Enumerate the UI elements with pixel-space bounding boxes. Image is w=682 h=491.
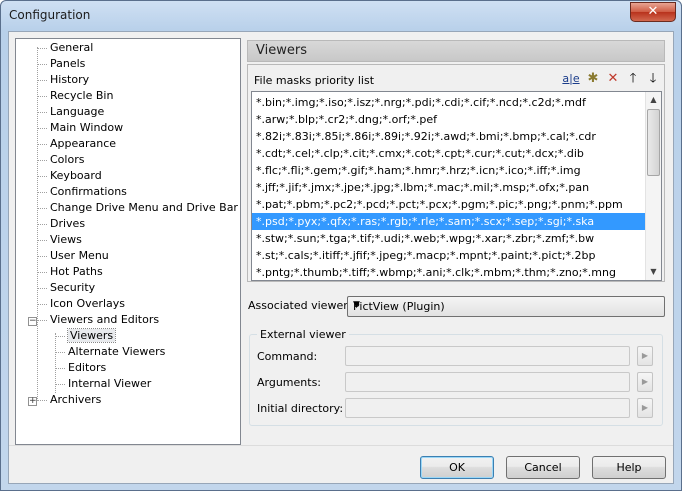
delete-icon[interactable]: ✕ — [604, 70, 622, 88]
tree-item-internal-viewer[interactable]: Internal Viewer — [56, 376, 151, 392]
external-viewer-label: External viewer — [257, 328, 349, 341]
list-item[interactable]: *.pat;*.pbm;*.pc2;*.pcd;*.pct;*.pcx;*.pg… — [252, 196, 647, 213]
vertical-scrollbar[interactable]: ▲ ▼ — [645, 92, 661, 280]
command-browse-button[interactable]: ▶ — [637, 346, 653, 366]
arguments-label: Arguments: — [257, 376, 322, 389]
tree-item-viewers-and-editors[interactable]: Viewers and Editors — [38, 312, 159, 328]
tree-item-language[interactable]: Language — [38, 104, 104, 120]
tree-item-recycle-bin[interactable]: Recycle Bin — [38, 88, 113, 104]
dialog-client-area: − + General Panels History Recycle Bin L… — [8, 31, 674, 484]
list-item[interactable]: *.stw;*.sun;*.tga;*.tif;*.udi;*.web;*.wp… — [252, 230, 647, 247]
collapse-icon[interactable]: − — [28, 317, 37, 326]
ok-button[interactable]: OK — [420, 456, 494, 479]
arguments-field[interactable] — [345, 372, 630, 392]
title-bar[interactable]: Configuration ✕ — [1, 1, 681, 31]
command-label: Command: — [257, 350, 318, 363]
tree-item-viewers[interactable]: Viewers — [56, 328, 117, 344]
list-item-selected[interactable]: *.psd;*.pyx;*.qfx;*.ras;*.rgb;*.rle;*.sa… — [252, 213, 647, 230]
list-item[interactable]: *.st;*.cals;*.itiff;*.jfif;*.jpeg;*.macp… — [252, 247, 647, 264]
move-up-icon[interactable]: 🡑 — [624, 70, 642, 88]
tree-item-editors[interactable]: Editors — [56, 360, 106, 376]
tree-item-alternate-viewers[interactable]: Alternate Viewers — [56, 344, 165, 360]
list-item[interactable]: *.82i;*.83i;*.85i;*.86i;*.89i;*.92i;*.aw… — [252, 128, 647, 145]
configuration-window: Configuration ✕ − + General Panels Histo… — [0, 0, 682, 491]
window-title: Configuration — [9, 8, 91, 22]
initial-directory-field[interactable] — [345, 398, 630, 418]
associated-viewer-select[interactable]: PictView (Plugin) ▼ — [347, 296, 665, 317]
arguments-browse-button[interactable]: ▶ — [637, 372, 653, 392]
tree-item-general[interactable]: General — [38, 40, 93, 56]
command-field[interactable] — [345, 346, 630, 366]
tree-item-history[interactable]: History — [38, 72, 89, 88]
initial-directory-browse-button[interactable]: ▶ — [637, 398, 653, 418]
scroll-down-icon[interactable]: ▼ — [646, 264, 661, 280]
tree-item-panels[interactable]: Panels — [38, 56, 85, 72]
tree-item-archivers[interactable]: Archivers — [38, 392, 101, 408]
tree-item-keyboard[interactable]: Keyboard — [38, 168, 102, 184]
list-item[interactable]: *.flc;*.fli;*.gem;*.gif;*.ham;*.hmr;*.hr… — [252, 162, 647, 179]
file-masks-list[interactable]: *.bin;*.img;*.iso;*.isz;*.nrg;*.pdi;*.cd… — [251, 91, 662, 281]
rename-icon[interactable]: a|e — [562, 70, 580, 88]
tree-item-confirmations[interactable]: Confirmations — [38, 184, 127, 200]
scroll-up-icon[interactable]: ▲ — [646, 92, 661, 108]
settings-tree[interactable]: − + General Panels History Recycle Bin L… — [15, 38, 241, 445]
list-item[interactable]: *.cdt;*.cel;*.clp;*.cit;*.cmx;*.cot;*.cp… — [252, 145, 647, 162]
tree-item-appearance[interactable]: Appearance — [38, 136, 116, 152]
tree-item-main-window[interactable]: Main Window — [38, 120, 123, 136]
tree-item-change-drive-menu[interactable]: Change Drive Menu and Drive Bar — [38, 200, 238, 216]
file-masks-label: File masks priority list — [254, 74, 375, 87]
help-button[interactable]: Help — [592, 456, 666, 479]
initial-directory-label: Initial directory: — [257, 402, 344, 415]
close-button[interactable]: ✕ — [630, 2, 676, 22]
tree-item-drives[interactable]: Drives — [38, 216, 85, 232]
panel-header: Viewers — [247, 40, 665, 62]
tree-item-colors[interactable]: Colors — [38, 152, 84, 168]
cancel-button[interactable]: Cancel — [506, 456, 580, 479]
move-down-icon[interactable]: 🡓 — [644, 70, 662, 88]
tree-item-user-menu[interactable]: User Menu — [38, 248, 109, 264]
file-masks-section: File masks priority list a|e ✱ ✕ 🡑 🡓 *.b… — [247, 64, 665, 282]
tree-item-hot-paths[interactable]: Hot Paths — [38, 264, 103, 280]
expand-icon[interactable]: + — [28, 397, 37, 406]
tree-item-icon-overlays[interactable]: Icon Overlays — [38, 296, 125, 312]
tree-item-security[interactable]: Security — [38, 280, 95, 296]
chevron-down-icon: ▼ — [353, 300, 360, 310]
scroll-thumb[interactable] — [647, 109, 660, 176]
list-item[interactable]: *.pntg;*.thumb;*.tiff;*.wbmp;*.ani;*.clk… — [252, 264, 647, 280]
new-icon[interactable]: ✱ — [584, 70, 602, 88]
list-item[interactable]: *.bin;*.img;*.iso;*.isz;*.nrg;*.pdi;*.cd… — [252, 94, 647, 111]
list-item[interactable]: *.jff;*.jif;*.jmx;*.jpe;*.jpg;*.lbm;*.ma… — [252, 179, 647, 196]
tree-item-views[interactable]: Views — [38, 232, 82, 248]
associated-viewer-label: Associated viewer: — [248, 299, 352, 312]
page-title: Viewers — [256, 43, 307, 58]
list-item[interactable]: *.arw;*.blp;*.cr2;*.dng;*.orf;*.pef — [252, 111, 647, 128]
